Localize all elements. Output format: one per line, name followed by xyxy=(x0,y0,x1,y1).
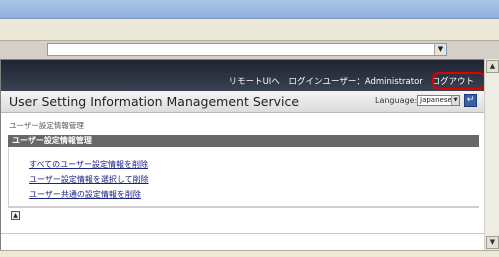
browser-toolbar xyxy=(0,19,499,41)
address-dropdown[interactable]: ▼ xyxy=(47,43,447,56)
chevron-down-icon[interactable]: ▼ xyxy=(451,96,459,105)
vertical-scrollbar[interactable]: ▲ ▼ xyxy=(484,59,499,250)
chevron-down-icon[interactable]: ▼ xyxy=(434,44,446,55)
status-bar xyxy=(0,250,499,257)
window-title-bar xyxy=(0,0,499,19)
top-header: リモートUIへ ログインユーザー：Administrator ログアウト xyxy=(1,60,484,91)
enter-arrow-icon[interactable]: ↵ xyxy=(464,94,477,107)
language-value: Japanese xyxy=(420,96,452,104)
divider xyxy=(1,233,484,234)
logout-highlight-circle xyxy=(432,72,486,90)
login-user-label: ログインユーザー：Administrator xyxy=(288,77,423,87)
scroll-down-icon[interactable]: ▼ xyxy=(486,236,499,249)
divider xyxy=(8,207,479,208)
action-link-list: すべてのユーザー設定情報を削除 ユーザー設定情報を選択して削除 ユーザー共通の設… xyxy=(29,157,149,202)
select-and-delete-user-settings-link[interactable]: ユーザー設定情報を選択して削除 xyxy=(29,172,149,187)
delete-common-settings-link[interactable]: ユーザー共通の設定情報を削除 xyxy=(29,187,149,202)
delete-all-user-settings-link[interactable]: すべてのユーザー設定情報を削除 xyxy=(29,157,149,172)
remote-ui-link[interactable]: リモートUIへ xyxy=(229,77,280,87)
language-label: Language: xyxy=(375,96,418,105)
section-title: ユーザー設定情報管理 xyxy=(8,135,479,147)
language-select[interactable]: Japanese ▼ xyxy=(417,95,460,106)
breadcrumb: ユーザー設定情報管理 xyxy=(9,121,84,130)
scroll-to-top-icon[interactable]: ▲ xyxy=(11,211,20,220)
scroll-up-icon[interactable]: ▲ xyxy=(486,60,499,73)
page-content: リモートUIへ ログインユーザー：Administrator ログアウト Use… xyxy=(0,59,486,250)
service-header: User Setting Information Management Serv… xyxy=(1,91,484,113)
page-title: User Setting Information Management Serv… xyxy=(9,94,300,109)
